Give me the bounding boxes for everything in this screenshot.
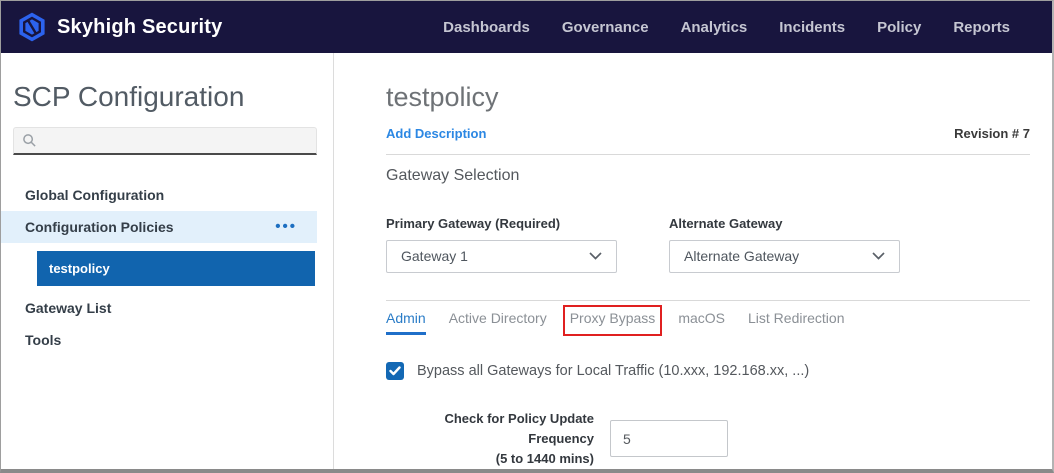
add-description-link[interactable]: Add Description (386, 126, 486, 141)
policy-update-frequency-label: Check for Policy Update Frequency (5 to … (386, 409, 594, 469)
sidebar-item-label: Tools (25, 332, 61, 348)
sidebar: SCP Configuration Global Configuration C… (1, 53, 334, 469)
header-divider (386, 154, 1030, 155)
nav-incidents[interactable]: Incidents (779, 19, 845, 36)
primary-gateway-select[interactable]: Gateway 1 (386, 240, 617, 273)
tab-macos[interactable]: macOS (678, 310, 725, 335)
sidebar-item-testpolicy-selected[interactable]: testpolicy (37, 251, 315, 286)
bypass-gateways-checkbox[interactable] (386, 362, 404, 380)
check-icon (389, 366, 401, 376)
sidebar-title: SCP Configuration (13, 81, 321, 113)
alternate-gateway-field: Alternate Gateway Alternate Gateway (669, 216, 900, 273)
skyhigh-logo-icon (17, 12, 47, 42)
alternate-gateway-value: Alternate Gateway (684, 248, 799, 264)
nav-governance[interactable]: Governance (562, 19, 649, 36)
brand-logo[interactable]: Skyhigh Security (17, 12, 222, 42)
top-navigation-bar: Skyhigh Security Dashboards Governance A… (1, 1, 1052, 53)
nav-analytics[interactable]: Analytics (681, 19, 748, 36)
sidebar-item-label: Global Configuration (25, 187, 164, 203)
nav-policy[interactable]: Policy (877, 19, 921, 36)
sidebar-item-label: Configuration Policies (25, 219, 174, 235)
tab-list-redirection[interactable]: List Redirection (748, 310, 845, 335)
sidebar-item-label: testpolicy (49, 261, 110, 276)
top-nav-menu: Dashboards Governance Analytics Incident… (443, 19, 1036, 36)
primary-gateway-label: Primary Gateway (Required) (386, 216, 617, 231)
tabs-divider (386, 300, 1030, 301)
ellipsis-menu-icon[interactable]: ••• (275, 223, 297, 231)
search-input[interactable] (43, 133, 308, 148)
policy-update-frequency-input[interactable] (610, 420, 728, 457)
bypass-gateways-label: Bypass all Gateways for Local Traffic (1… (417, 363, 809, 379)
search-icon (22, 133, 37, 148)
policy-update-frequency-label-line2: (5 to 1440 mins) (386, 449, 594, 469)
chevron-down-icon (872, 252, 885, 260)
sidebar-search-box[interactable] (13, 127, 317, 155)
primary-gateway-field: Primary Gateway (Required) Gateway 1 (386, 216, 617, 273)
alternate-gateway-select[interactable]: Alternate Gateway (669, 240, 900, 273)
primary-gateway-value: Gateway 1 (401, 248, 468, 264)
sidebar-item-gateway-list[interactable]: Gateway List (1, 292, 317, 324)
alternate-gateway-label: Alternate Gateway (669, 216, 900, 231)
sidebar-nav-list: Global Configuration Configuration Polic… (1, 179, 333, 356)
tab-admin[interactable]: Admin (386, 310, 426, 335)
sidebar-item-global-configuration[interactable]: Global Configuration (1, 179, 317, 211)
policy-update-frequency-label-line1: Check for Policy Update Frequency (386, 409, 594, 449)
nav-dashboards[interactable]: Dashboards (443, 19, 530, 36)
nav-reports[interactable]: Reports (953, 19, 1010, 36)
sidebar-item-configuration-policies[interactable]: Configuration Policies ••• (1, 211, 317, 243)
tab-active-directory[interactable]: Active Directory (449, 310, 547, 335)
app-window: Skyhigh Security Dashboards Governance A… (0, 0, 1054, 473)
brand-name: Skyhigh Security (57, 16, 222, 39)
section-title-gateway-selection: Gateway Selection (386, 167, 1030, 185)
main-content: testpolicy Add Description Revision # 7 … (334, 53, 1052, 469)
page-title: testpolicy (386, 83, 1030, 113)
sidebar-item-label: Gateway List (25, 300, 111, 316)
sidebar-item-tools[interactable]: Tools (1, 324, 317, 356)
tab-proxy-bypass-label: Proxy Bypass (570, 310, 656, 326)
chevron-down-icon (589, 252, 602, 260)
tab-bar: Admin Active Directory Proxy Bypass macO… (386, 310, 1030, 335)
revision-label: Revision # 7 (954, 126, 1030, 141)
tab-proxy-bypass[interactable]: Proxy Bypass (570, 310, 656, 335)
